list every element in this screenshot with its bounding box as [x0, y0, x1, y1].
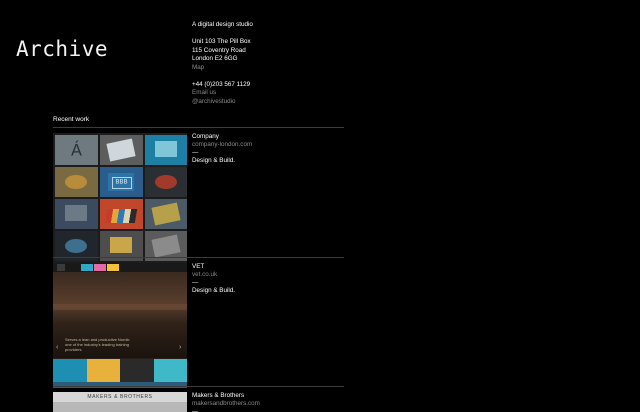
thumb-brand: MAKERS & BROTHERS	[87, 394, 153, 400]
project-thumbnail-company[interactable]: Á BBB	[53, 133, 187, 263]
chevron-left-icon: ‹	[56, 344, 59, 351]
divider	[53, 386, 344, 387]
phone-number: +44 (0)203 567 1129	[192, 81, 251, 89]
studio-info: A digital design studio Unit 103 The Pil…	[192, 21, 342, 106]
project-name[interactable]: Company	[192, 133, 342, 141]
site-logo[interactable]: Archive	[16, 37, 108, 61]
tile-text: BBB	[115, 178, 128, 186]
thumb-tile	[145, 135, 187, 165]
project-thumbnail-makers[interactable]: MAKERS & BROTHERS	[53, 392, 187, 412]
project-dash: —	[192, 279, 199, 286]
divider	[53, 127, 344, 128]
project-url[interactable]: makersandbrothers.com	[192, 400, 342, 408]
thumb-tile	[55, 199, 98, 229]
project-meta: Makers & Brothers makersandbrothers.com …	[192, 392, 342, 412]
project-dash: —	[192, 149, 199, 156]
project-dash: —	[192, 408, 199, 412]
project-name[interactable]: Makers & Brothers	[192, 392, 342, 400]
letter-glyph: Á	[71, 140, 82, 160]
project-services: Design & Build.	[192, 287, 236, 294]
project-meta: Company company-london.com — Design & Bu…	[192, 133, 342, 165]
studio-tagline: A digital design studio	[192, 21, 253, 28]
divider	[53, 257, 344, 258]
project-name[interactable]: VET	[192, 263, 342, 271]
project-meta: VET vet.co.uk — Design & Build.	[192, 263, 342, 295]
project-url[interactable]: company-london.com	[192, 141, 342, 149]
social-link[interactable]: @archivestudio	[192, 98, 342, 106]
thumb-tile	[55, 167, 98, 197]
thumb-tile: BBB	[100, 167, 143, 197]
thumb-tile: Á	[55, 135, 98, 165]
map-link[interactable]: Map	[192, 64, 342, 72]
thumb-tile	[145, 199, 187, 229]
project-thumbnail-vet[interactable]: Serves a lean and productive Nordic one …	[53, 263, 187, 388]
recent-work-title: Recent work	[53, 116, 90, 123]
thumb-tile	[145, 167, 187, 197]
chevron-right-icon: ›	[179, 344, 182, 351]
project-url[interactable]: vet.co.uk	[192, 271, 342, 279]
email-link[interactable]: Email us	[192, 89, 342, 97]
address-line-3: London E2 6GG	[192, 55, 238, 63]
address-line-1: Unit 103 The Pill Box	[192, 38, 251, 46]
address-line-2: 115 Coventry Road	[192, 46, 246, 54]
project-services: Design & Build.	[192, 157, 236, 164]
thumb-tile	[100, 199, 143, 229]
thumb-tile	[100, 135, 143, 165]
thumb-caption: Serves a lean and productive Nordic one …	[65, 337, 130, 352]
